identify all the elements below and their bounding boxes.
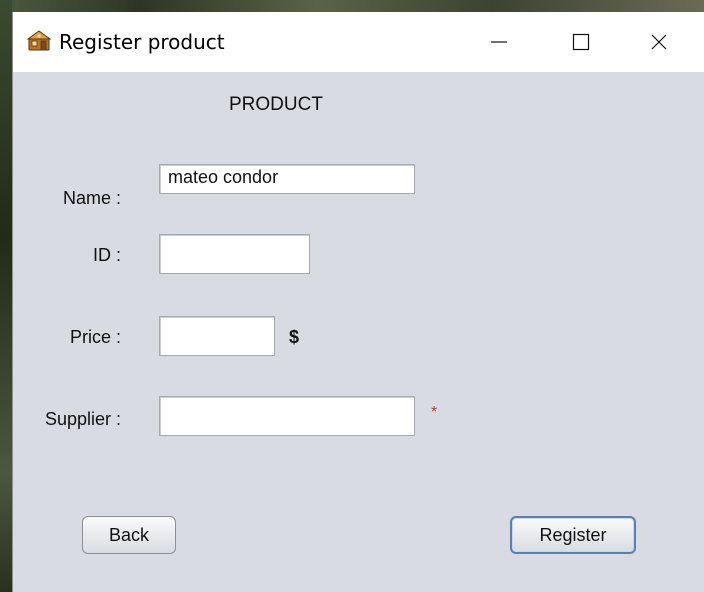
- close-icon: [649, 32, 669, 52]
- name-input[interactable]: mateo condor: [159, 164, 415, 194]
- close-button[interactable]: [636, 12, 682, 72]
- title-bar[interactable]: Register product: [13, 12, 704, 72]
- id-label: ID :: [92, 245, 121, 265]
- register-product-window: Register product PRODUCT Name : mateo co…: [12, 12, 704, 592]
- maximize-button[interactable]: [558, 12, 604, 72]
- minimize-icon: [489, 32, 509, 52]
- currency-symbol: $: [289, 327, 300, 347]
- back-button[interactable]: Back: [82, 516, 176, 554]
- supplier-input[interactable]: [159, 396, 415, 436]
- desktop-background-left: [0, 0, 12, 592]
- desktop-background: [0, 0, 704, 12]
- maximize-icon: [571, 32, 591, 52]
- price-label: Price :: [69, 327, 121, 347]
- price-input[interactable]: [159, 316, 275, 356]
- required-marker: *: [431, 404, 438, 421]
- window-title: Register product: [59, 30, 225, 54]
- supplier-label: Supplier :: [44, 409, 121, 429]
- form-heading: PRODUCT: [229, 94, 323, 115]
- minimize-button[interactable]: [476, 12, 522, 72]
- name-label: Name :: [62, 188, 121, 208]
- register-button[interactable]: Register: [510, 516, 636, 554]
- app-icon: [26, 28, 52, 52]
- id-input[interactable]: [159, 234, 310, 274]
